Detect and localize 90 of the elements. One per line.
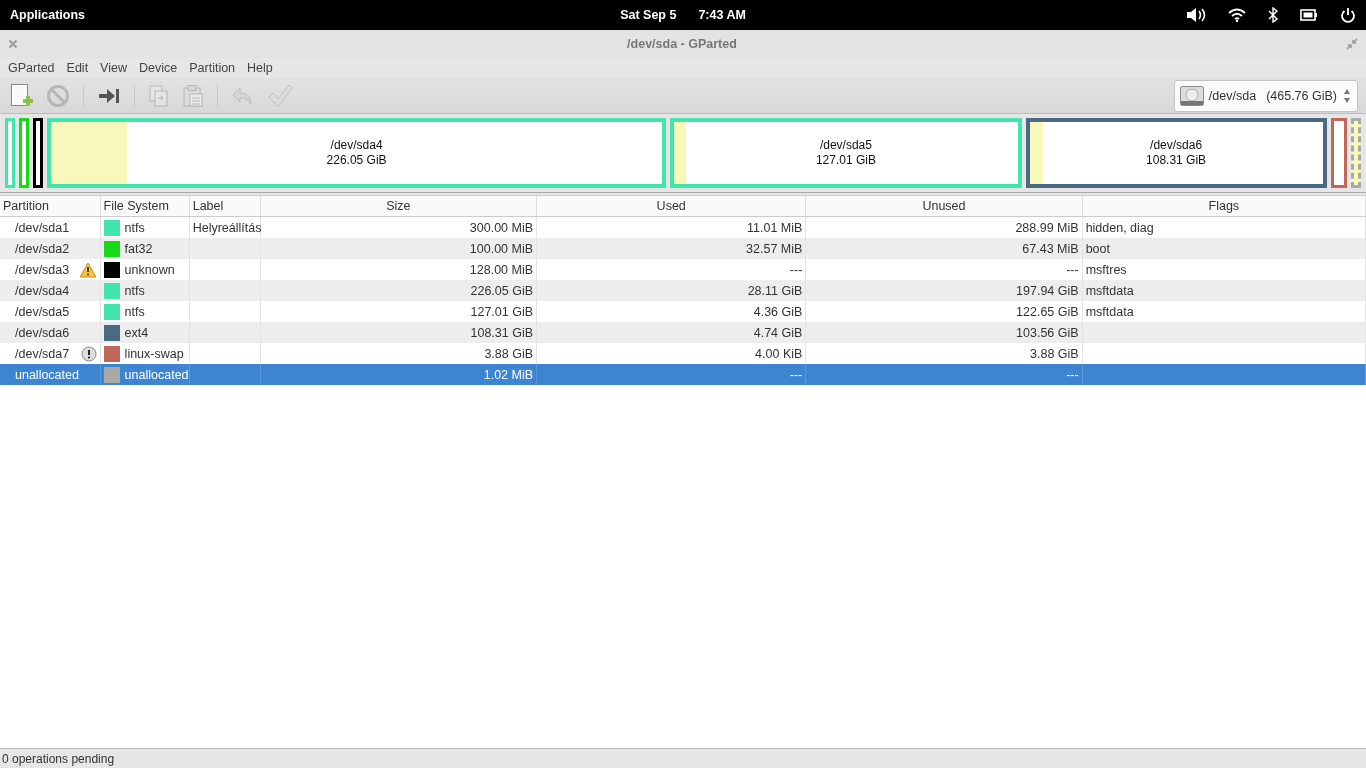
file-system-cell: unallocated (124, 367, 189, 382)
unused-cell: 288.99 MiB (1015, 220, 1079, 235)
menu-item[interactable]: Partition (183, 61, 242, 75)
flags-cell: msftdata (1085, 283, 1134, 298)
bluetooth-icon[interactable] (1268, 7, 1278, 23)
column-header[interactable]: Size (260, 196, 537, 217)
partition-name: /dev/sda6 (1150, 138, 1203, 153)
column-header[interactable]: Flags (1082, 196, 1366, 217)
partition-cell: /dev/sda3 (15, 262, 70, 277)
column-header[interactable]: File System (100, 196, 190, 217)
partition-segment[interactable]: /dev/sda4 226.05 GiB (47, 118, 667, 188)
device-name: /dev/sda (1208, 88, 1257, 103)
partition-name: /dev/sda5 (819, 138, 872, 153)
menu-item[interactable]: GParted (2, 61, 61, 75)
partition-cell: /dev/sda6 (15, 325, 70, 340)
column-header[interactable]: Label (189, 196, 261, 217)
device-size: (465.76 GiB) (1266, 88, 1337, 103)
partition-cell: /dev/sda1 (15, 220, 70, 235)
partition-name: /dev/sda4 (330, 138, 383, 153)
partition-cell: unallocated (15, 367, 79, 382)
used-cell: 28.11 GiB (747, 283, 803, 298)
column-header[interactable]: Unused (805, 196, 1083, 217)
size-cell: 226.05 GiB (470, 283, 534, 298)
status-text: 0 operations pending (2, 751, 115, 766)
file-system-cell: ntfs (124, 220, 145, 235)
unused-cell: 122.65 GiB (1016, 304, 1079, 319)
unused-cell: --- (1066, 367, 1079, 382)
size-cell: 127.01 GiB (470, 304, 534, 319)
label-cell: Helyreállítás (192, 220, 262, 235)
used-cell: 4.36 GiB (753, 304, 803, 319)
partition-cell: /dev/sda5 (15, 304, 70, 319)
column-header[interactable]: Partition (0, 196, 101, 217)
window-title: /dev/sda - GParted (626, 36, 738, 53)
used-cell: --- (789, 367, 803, 382)
partition-size: 108.31 GiB (1146, 153, 1207, 168)
size-cell: 108.31 GiB (470, 325, 534, 340)
partition-size: 127.01 GiB (815, 153, 876, 168)
applications-menu[interactable]: Applications (10, 8, 85, 22)
size-cell: 100.00 MiB (469, 241, 534, 256)
menu-item[interactable]: Edit (60, 61, 95, 75)
wifi-icon[interactable] (1228, 8, 1246, 22)
partition-cell: /dev/sda2 (15, 241, 70, 256)
unused-cell: 67.43 MiB (1022, 241, 1079, 256)
menu-item[interactable]: Help (241, 61, 279, 75)
power-icon[interactable] (1340, 7, 1356, 23)
used-cell: 11.01 MiB (747, 220, 803, 235)
partition-cell: /dev/sda7 (15, 346, 70, 361)
size-cell: 1.02 MiB (483, 367, 534, 382)
column-header[interactable]: Used (536, 196, 806, 217)
unused-cell: --- (1066, 262, 1079, 277)
unused-cell: 197.94 GiB (1016, 283, 1079, 298)
partition-row[interactable]: /dev/sda6 ext4 108.31 GiB 4.74 GiB 103.56 GiB (0, 322, 1366, 343)
unused-cell: 3.88 GiB (1030, 346, 1079, 361)
file-system-cell: ntfs (124, 304, 145, 319)
partition-segment[interactable]: /dev/sda6 108.31 GiB (1025, 118, 1327, 188)
file-system-cell: linux-swap (124, 346, 184, 361)
volume-icon[interactable] (1186, 7, 1206, 23)
battery-icon[interactable] (1300, 9, 1318, 21)
clock-time[interactable]: 7:43 AM (698, 8, 746, 22)
file-system-cell: ntfs (124, 283, 145, 298)
used-cell: --- (789, 262, 803, 277)
flags-cell: msftdata (1085, 304, 1134, 319)
partition-row[interactable]: unallocated unallocated 1.02 MiB --- --- (0, 364, 1366, 385)
partition-size: 226.05 GiB (326, 153, 387, 168)
close-icon[interactable] (8, 39, 18, 49)
menu-item[interactable]: Device (133, 61, 184, 75)
partition-segment[interactable]: /dev/sda5 127.01 GiB (670, 118, 1022, 188)
new-partition-icon[interactable] (10, 82, 34, 109)
clock-date[interactable]: Sat Sep 5 (620, 8, 677, 22)
file-system-cell: ext4 (124, 325, 149, 340)
partition-row[interactable]: /dev/sda4 ntfs 226.05 GiB 28.11 GiB 197.94 GiB msftdata (0, 280, 1366, 301)
menu-item[interactable]: View (94, 61, 133, 75)
unused-cell: 103.56 GiB (1016, 325, 1079, 340)
used-cell: 4.00 KiB (755, 346, 803, 361)
file-system-cell: unknown (124, 262, 175, 277)
used-cell: 32.57 MiB (746, 241, 803, 256)
file-system-cell: fat32 (124, 241, 153, 256)
size-cell: 300.00 MiB (469, 220, 534, 235)
unallocated-segment[interactable] (1351, 118, 1361, 188)
flags-cell: boot (1085, 241, 1110, 256)
partition-row[interactable]: /dev/sda2 fat32 100.00 MiB 32.57 MiB 67.43 MiB boot (0, 238, 1366, 259)
partition-cell: /dev/sda4 (15, 283, 70, 298)
partition-segment[interactable] (33, 118, 43, 188)
restore-icon[interactable] (1346, 38, 1358, 50)
size-cell: 3.88 GiB (484, 346, 534, 361)
size-cell: 128.00 MiB (469, 262, 534, 277)
flags-cell: msftres (1085, 262, 1127, 277)
device-selector[interactable]: /dev/sda (465.76 GiB) (1173, 79, 1358, 112)
flags-cell: hidden, diag (1085, 220, 1154, 235)
used-cell: 4.74 GiB (753, 325, 803, 340)
